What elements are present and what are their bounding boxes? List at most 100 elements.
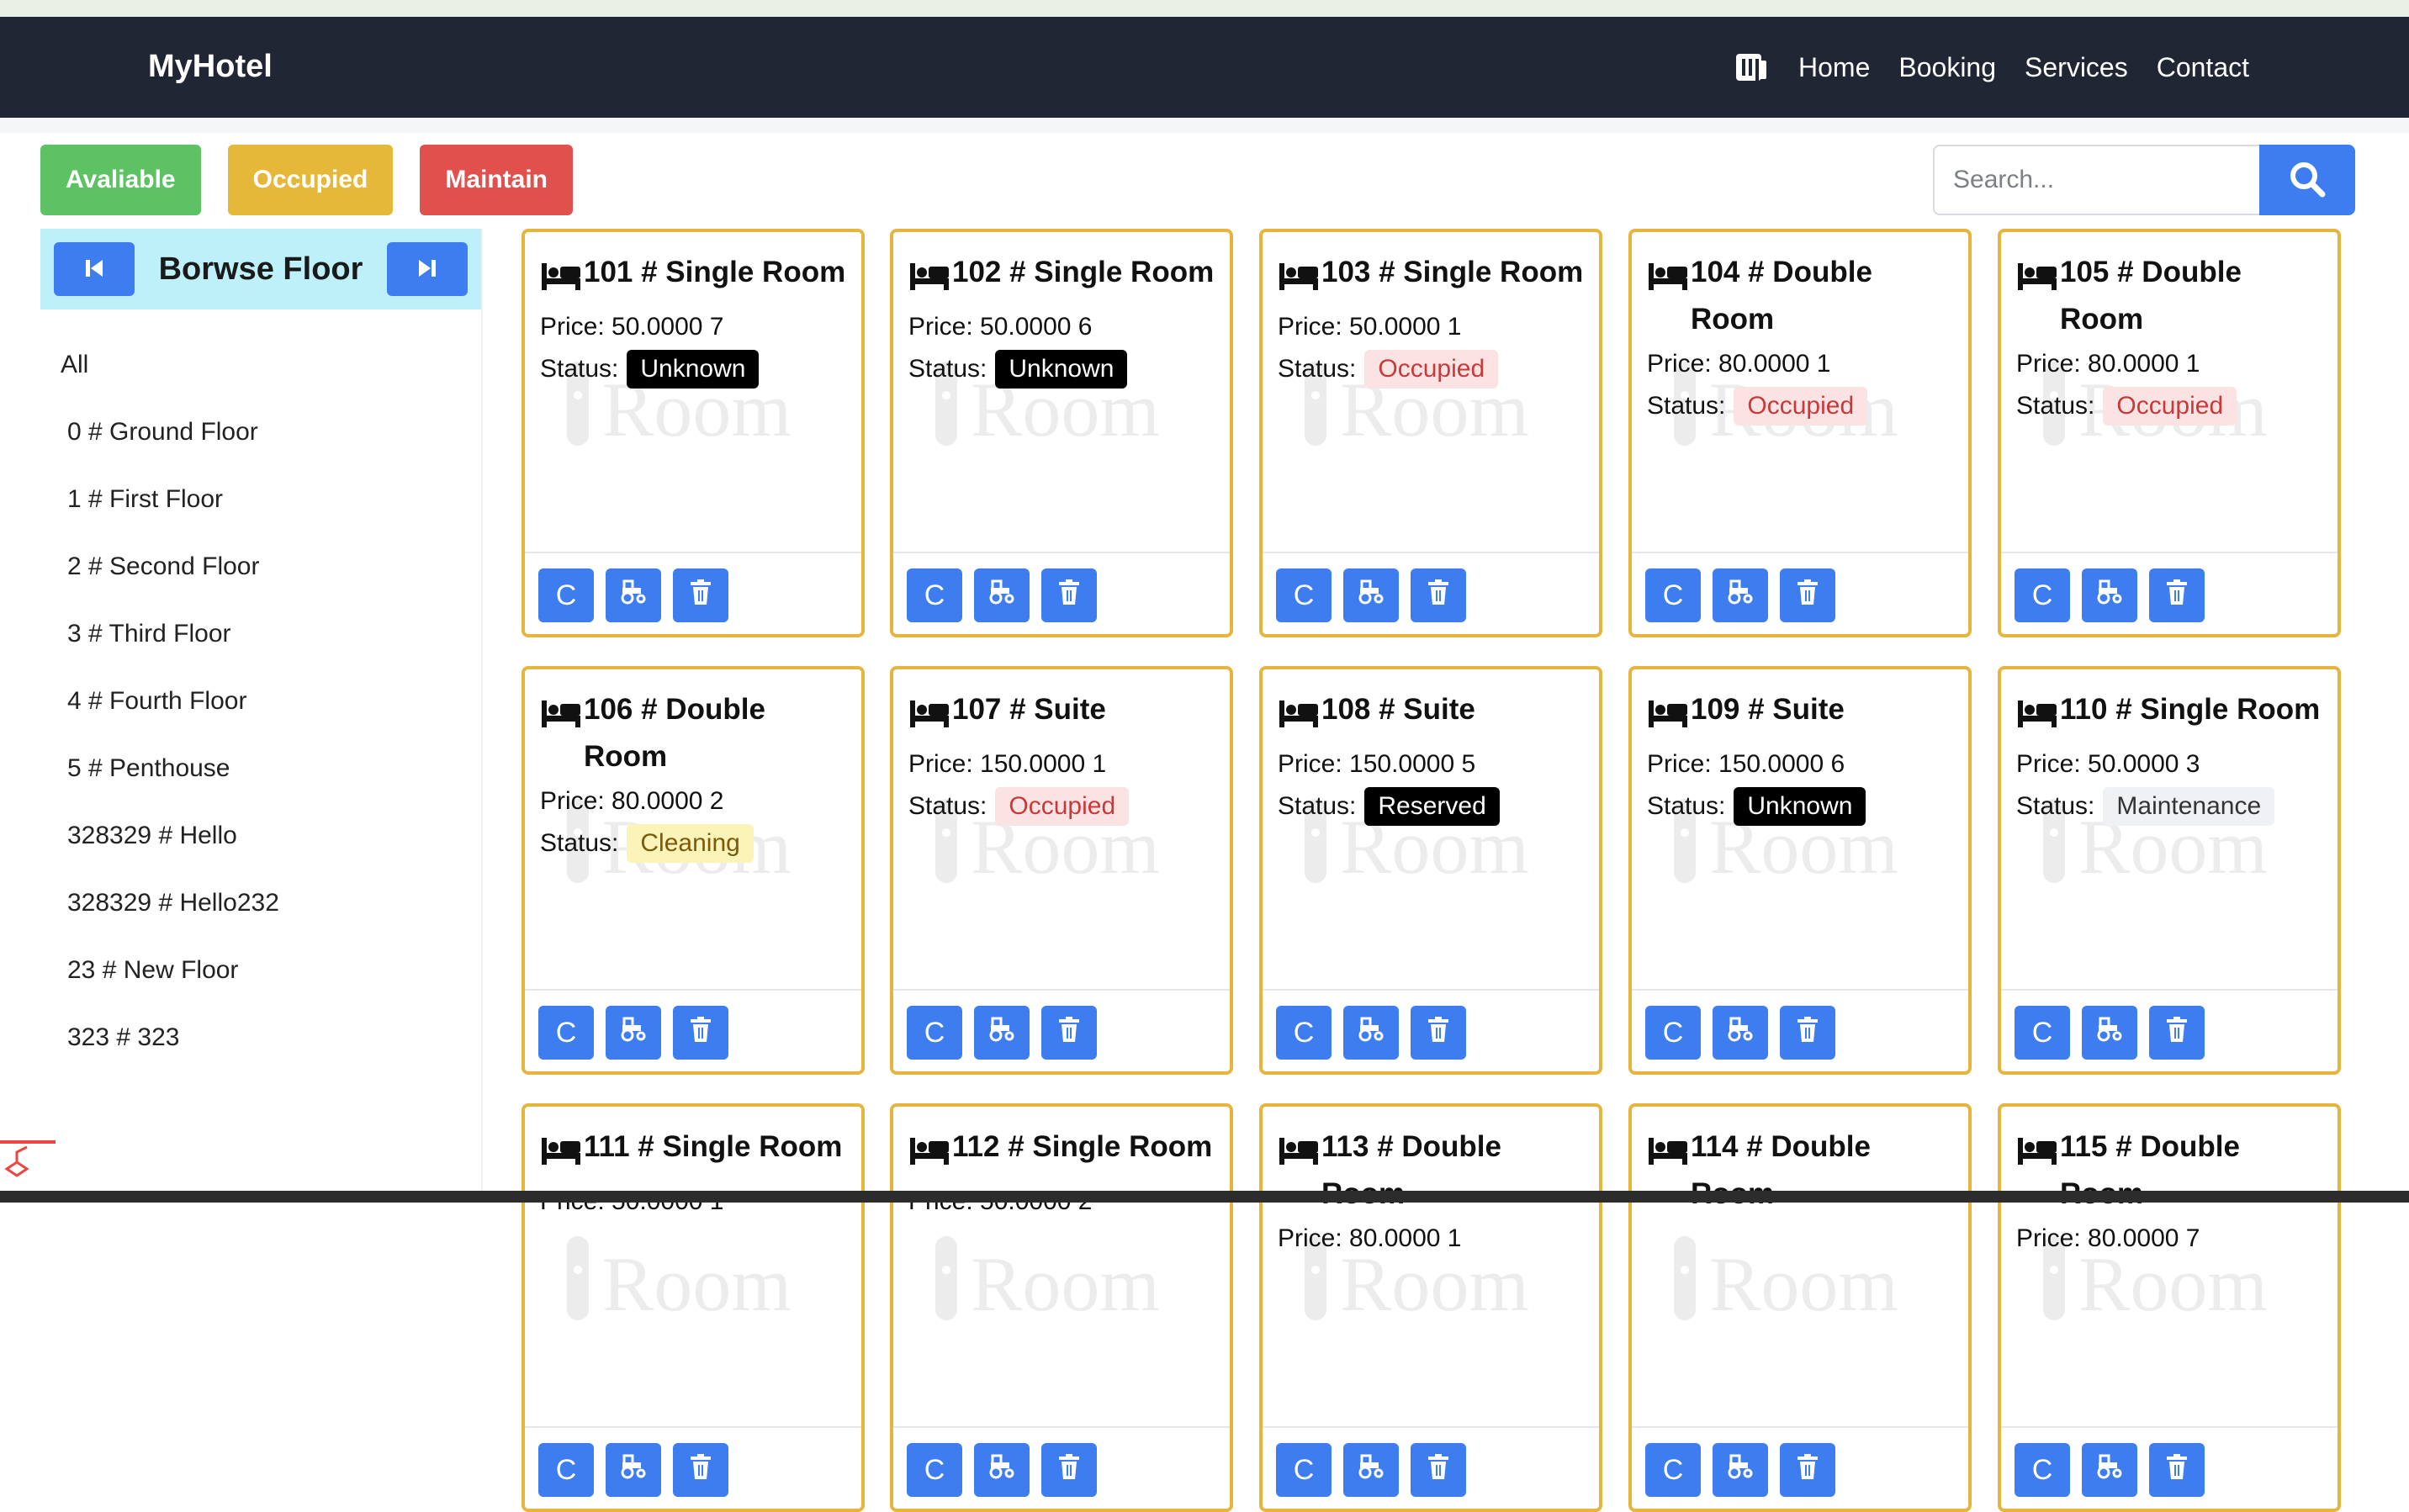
trash-icon	[1057, 579, 1081, 613]
refresh-button[interactable]: C	[538, 1006, 594, 1060]
tractor-icon	[619, 579, 648, 612]
trash-button[interactable]	[1041, 1006, 1097, 1060]
trash-button[interactable]	[673, 568, 728, 622]
room-card[interactable]: Room 111 # Single RoomPrice: 50.0000 1 C	[522, 1103, 865, 1512]
previous-floor-button[interactable]	[54, 242, 135, 296]
refresh-button[interactable]: C	[907, 568, 962, 622]
floor-item[interactable]: 1 # First Floor	[40, 466, 481, 533]
room-title: 105 # Double Room	[2016, 249, 2326, 343]
trash-button[interactable]	[1411, 1443, 1466, 1497]
tractor-button[interactable]	[1343, 568, 1399, 622]
room-status: Status: Maintenance	[2016, 785, 2326, 827]
room-card[interactable]: Room 110 # Single Room Price: 50.0000 3 Sta…	[1998, 666, 2341, 1075]
refresh-button[interactable]: C	[1645, 1443, 1701, 1497]
tractor-button[interactable]	[974, 1443, 1030, 1497]
trash-button[interactable]	[2149, 1443, 2205, 1497]
floor-item[interactable]: 2 # Second Floor	[40, 533, 481, 600]
refresh-button[interactable]: C	[2015, 1443, 2070, 1497]
tractor-button[interactable]	[1713, 568, 1768, 622]
tractor-button[interactable]	[2082, 568, 2137, 622]
tractor-button[interactable]	[2082, 1006, 2137, 1060]
refresh-button[interactable]: C	[2015, 1006, 2070, 1060]
search-button[interactable]	[2259, 145, 2355, 215]
trash-button[interactable]	[1780, 1006, 1835, 1060]
refresh-button[interactable]: C	[538, 568, 594, 622]
tractor-button[interactable]	[1713, 1006, 1768, 1060]
tractor-icon	[1726, 1454, 1755, 1487]
floor-item[interactable]: 328329 # Hello	[40, 802, 481, 870]
room-actions: C	[2001, 989, 2338, 1071]
room-card[interactable]: Room113 # Double RoomPrice: 80.0000 1C	[1259, 1103, 1602, 1512]
filter-occupied-button[interactable]: Occupied	[227, 145, 394, 215]
tractor-button[interactable]	[974, 1006, 1030, 1060]
search-input[interactable]	[1933, 145, 2259, 215]
tractor-button[interactable]	[2082, 1443, 2137, 1497]
trash-button[interactable]	[1041, 568, 1097, 622]
status-badge: Occupied	[995, 787, 1130, 826]
refresh-button[interactable]: C	[1276, 568, 1332, 622]
trash-button[interactable]	[1411, 1006, 1466, 1060]
room-card-body: 102 # Single Room Price: 50.0000 6 Status:…	[908, 249, 1218, 390]
nav-services-link[interactable]: Services	[2025, 52, 2128, 83]
room-status: Status: Occupied	[1647, 385, 1956, 427]
room-card[interactable]: Room 108 # Suite Price: 150.0000 5 Status: R…	[1259, 666, 1602, 1075]
refresh-button[interactable]: C	[538, 1443, 594, 1497]
room-title-text: 101 # Single Room	[584, 256, 846, 288]
floor-item[interactable]: 323 # 323	[40, 1004, 481, 1071]
filter-maintain-button[interactable]: Maintain	[420, 145, 573, 215]
trash-button[interactable]	[1041, 1443, 1097, 1497]
trash-button[interactable]	[673, 1006, 728, 1060]
room-card[interactable]: Room 102 # Single Room Price: 50.0000 6 Sta…	[890, 229, 1233, 637]
tractor-button[interactable]	[1343, 1443, 1399, 1497]
filter-available-button[interactable]: Avaliable	[40, 145, 201, 215]
tractor-button[interactable]	[606, 568, 661, 622]
debug-toolbar-icon[interactable]	[0, 1140, 56, 1191]
room-card[interactable]: Room115 # Double RoomPrice: 80.0000 7C	[1998, 1103, 2341, 1512]
trash-button[interactable]	[1780, 568, 1835, 622]
tractor-button[interactable]	[606, 1006, 661, 1060]
trash-button[interactable]	[673, 1443, 728, 1497]
trash-button[interactable]	[1411, 568, 1466, 622]
trash-icon	[1427, 1453, 1450, 1488]
floor-item[interactable]: 3 # Third Floor	[40, 600, 481, 668]
brand-logo-text[interactable]: MyHotel	[148, 49, 273, 85]
status-label: Status:	[1278, 792, 1357, 820]
tractor-button[interactable]	[974, 568, 1030, 622]
tractor-icon	[1357, 579, 1385, 612]
floor-item[interactable]: 0 # Ground Floor	[40, 399, 481, 466]
room-card[interactable]: Room105 # DoubleRoomPrice: 80.0000 1Stat…	[1998, 229, 2341, 637]
refresh-button[interactable]: C	[2015, 568, 2070, 622]
room-card[interactable]: Room 112 # Single RoomPrice: 50.0000 2 C	[890, 1103, 1233, 1512]
refresh-button[interactable]: C	[1276, 1006, 1332, 1060]
tractor-button[interactable]	[1713, 1443, 1768, 1497]
room-actions: C	[2001, 552, 2338, 634]
next-floor-button[interactable]	[387, 242, 468, 296]
room-card[interactable]: Room 109 # Suite Price: 150.0000 6 Status: U…	[1628, 666, 1972, 1075]
floor-item[interactable]: 23 # New Floor	[40, 937, 481, 1004]
tractor-button[interactable]	[606, 1443, 661, 1497]
nav-home-link[interactable]: Home	[1798, 52, 1870, 83]
trash-button[interactable]	[2149, 568, 2205, 622]
refresh-button[interactable]: C	[1276, 1443, 1332, 1497]
room-card[interactable]: Room 101 # Single Room Price: 50.0000 7 Sta…	[522, 229, 865, 637]
room-card[interactable]: Room 103 # Single Room Price: 50.0000 1 Sta…	[1259, 229, 1602, 637]
status-badge: Occupied	[1734, 387, 1868, 426]
floor-item[interactable]: 4 # Fourth Floor	[40, 668, 481, 735]
trash-button[interactable]	[1780, 1443, 1835, 1497]
floor-item-all[interactable]: All	[40, 331, 481, 399]
refresh-button[interactable]: C	[907, 1006, 962, 1060]
tractor-button[interactable]	[1343, 1006, 1399, 1060]
room-card[interactable]: Room 107 # Suite Price: 150.0000 1 Status: O…	[890, 666, 1233, 1075]
refresh-button[interactable]: C	[1645, 568, 1701, 622]
floor-item[interactable]: 328329 # Hello232	[40, 870, 481, 937]
room-card[interactable]: Room 114 # DoubleRoom C	[1628, 1103, 1972, 1512]
trash-button[interactable]	[2149, 1006, 2205, 1060]
room-card[interactable]: Room106 # DoubleRoomPrice: 80.0000 2Stat…	[522, 666, 865, 1075]
refresh-button[interactable]: C	[907, 1443, 962, 1497]
refresh-button[interactable]: C	[1645, 1006, 1701, 1060]
nav-contact-link[interactable]: Contact	[2157, 52, 2249, 83]
nav-booking-link[interactable]: Booking	[1898, 52, 1996, 83]
room-card[interactable]: Room104 # DoubleRoomPrice: 80.0000 1Stat…	[1628, 229, 1972, 637]
floor-item[interactable]: 5 # Penthouse	[40, 735, 481, 802]
navbar-shadow	[0, 118, 2409, 133]
